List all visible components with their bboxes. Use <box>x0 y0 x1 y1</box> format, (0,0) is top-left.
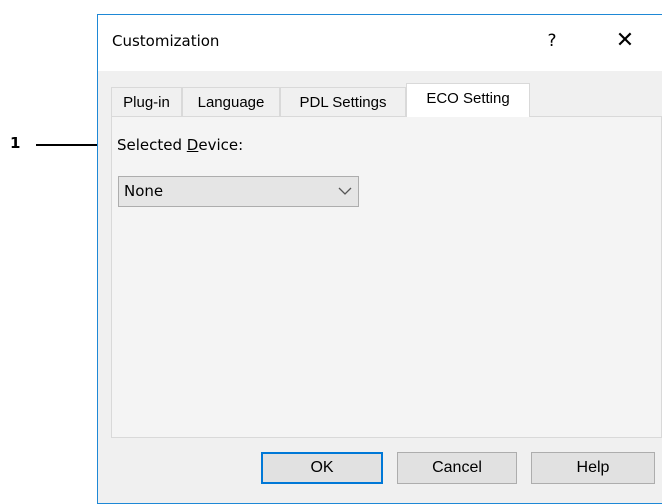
tab-eco-setting[interactable]: ECO Setting <box>406 83 530 117</box>
callout-number: 1 <box>10 134 21 152</box>
tab-language[interactable]: Language <box>182 87 280 116</box>
tab-plug-in[interactable]: Plug-in <box>111 87 182 116</box>
ok-button[interactable]: OK <box>261 452 383 484</box>
close-icon[interactable]: ✕ <box>612 27 638 55</box>
selected-device-dropdown[interactable]: None <box>118 176 359 207</box>
selected-device-label: Selected Device: <box>117 136 244 154</box>
dialog-title: Customization <box>112 32 220 50</box>
tab-panel-eco-setting: Selected Device: None <box>111 116 662 438</box>
customization-dialog: Customization ? ✕ Plug-in Language PDL S… <box>97 14 662 504</box>
help-question-icon[interactable]: ? <box>542 28 562 54</box>
title-bar: Customization ? ✕ <box>98 15 662 71</box>
chevron-down-icon <box>338 187 352 195</box>
help-button[interactable]: Help <box>531 452 655 484</box>
cancel-button[interactable]: Cancel <box>397 452 517 484</box>
tab-pdl-settings[interactable]: PDL Settings <box>280 87 406 116</box>
selected-device-value: None <box>124 182 164 200</box>
